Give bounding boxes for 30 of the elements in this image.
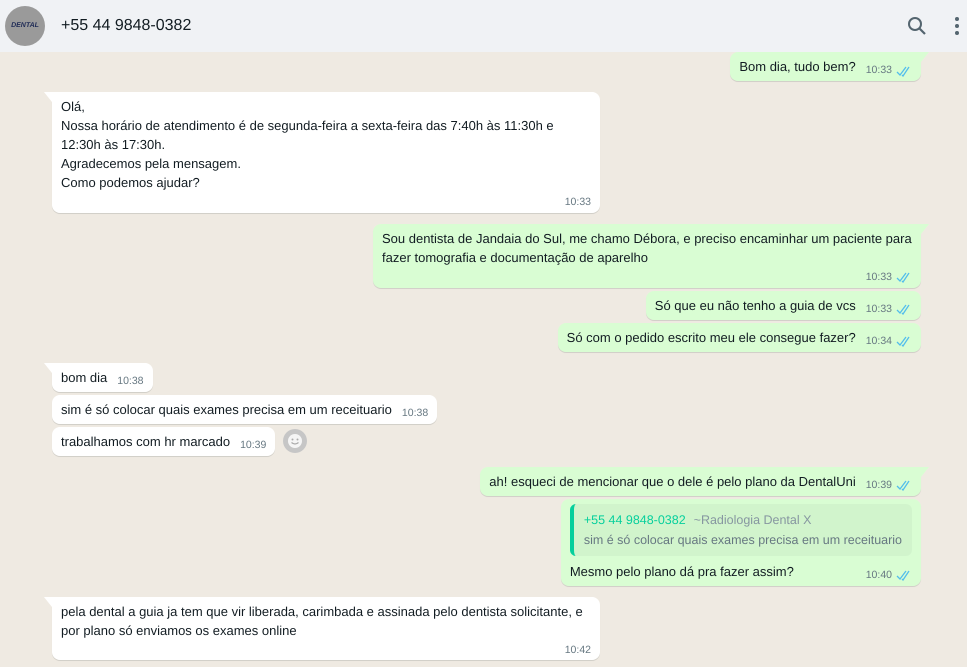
message-text: pela dental a guia ja tem que vir liberada, carimbada e assinada pelo dentista solicitante, e por plano só enviamos os exames online: [61, 602, 584, 640]
message-time: 10:39: [240, 438, 266, 453]
message-text: Só com o pedido escrito meu ele consegue fazer?: [566, 328, 856, 346]
contact-name[interactable]: +55 44 9848-0382: [61, 14, 192, 38]
smiley-icon: [287, 433, 304, 449]
menu-icon[interactable]: [955, 17, 959, 35]
message-time: 10:38: [117, 374, 144, 389]
quote-author: +55 44 9848-0382: [584, 512, 686, 528]
message-time: 10:33: [866, 63, 892, 78]
message-time: 10:39: [866, 478, 892, 493]
message-text: sim é só colocar quais exames precisa em um receituario: [61, 400, 392, 418]
message-time: 10:40: [866, 568, 892, 583]
message-text: Bom dia, tudo bem?: [739, 58, 856, 76]
message-time: 10:33: [564, 195, 591, 210]
quote-text: sim é só colocar quais exames precisa em um receituario: [584, 532, 902, 549]
message-time: 10:33: [866, 302, 892, 317]
message-text: ah! esqueci de mencionar que o dele é pelo plano da DentalUni: [489, 472, 856, 490]
message-time: 10:34: [866, 334, 892, 349]
message-text: Sou dentista de Jandaia do Sul, me chamo Débora, e preciso encaminhar um paciente para fazer tomografia e documentação de aparelho: [382, 230, 912, 267]
message-text: Mesmo pelo plano dá pra fazer assim?: [570, 562, 794, 580]
message-text: Olá, Nossa horário de atendimento é de segunda-feira a sexta-feira das 7:40h às 11:30h e 12:30h às 17:30h. Agradecemos pela mensagem. Como podemos ajudar?: [61, 98, 555, 192]
search-icon[interactable]: [907, 16, 927, 36]
quote-sender-name: ~Radiologia Dental X: [694, 512, 812, 529]
message-text: trabalhamos com hr marcado: [61, 432, 230, 450]
message-time: 10:42: [564, 642, 591, 658]
message-time: 10:38: [402, 406, 428, 421]
quoted-message[interactable]: +55 44 9848-0382 ~Radiologia Dental X sim é só colocar quais exames precisa em um receituario: [570, 504, 912, 556]
message-text: Só que eu não tenho a guia de vcs: [654, 296, 856, 314]
message-text: bom dia: [61, 368, 108, 386]
message-time: 10:33: [866, 270, 892, 285]
